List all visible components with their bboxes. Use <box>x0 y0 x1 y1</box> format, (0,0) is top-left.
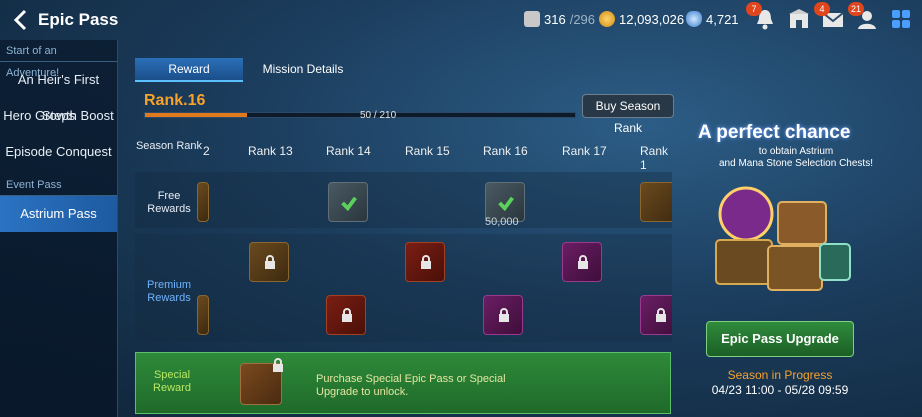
epic-pass-upgrade-button[interactable]: Epic Pass Upgrade <box>706 321 854 357</box>
lock-icon <box>656 308 666 322</box>
promo-title: A perfect chance <box>698 122 851 143</box>
tab-reward[interactable]: Reward <box>135 58 243 82</box>
free-rewards-label: Free Rewards <box>147 190 191 215</box>
rank-header: Rank 14 <box>326 144 371 158</box>
premium-reward-cell[interactable] <box>640 295 672 335</box>
sidebar: Start of an Adventure! An Heir's First S… <box>0 40 118 417</box>
back-arrow-icon[interactable] <box>10 8 32 32</box>
rank-progress-text: 50 / 210 <box>360 110 397 121</box>
special-reward-label: Special Reward <box>153 369 191 394</box>
gold-counter: 12,093,026 <box>599 11 684 27</box>
mail-badge: 4 <box>814 2 830 16</box>
notification-bell-icon[interactable]: 7 <box>746 2 778 32</box>
premium-reward-cell[interactable] <box>197 295 209 335</box>
premium-reward-cell[interactable] <box>326 295 366 335</box>
rank-header: Rank 15 <box>405 144 450 158</box>
rank-header: Rank 13 <box>248 144 293 158</box>
lock-icon <box>499 308 509 322</box>
special-reward-strip[interactable]: Special Reward Purchase Special Epic Pas… <box>135 352 671 414</box>
rank-header: Rank 17 <box>562 144 607 158</box>
promo-panel: A perfect chance to obtain Astrium and M… <box>686 110 922 417</box>
sidebar-section-event-pass: Event Pass <box>0 174 117 196</box>
premium-reward-cell[interactable] <box>249 242 289 282</box>
checkmark-icon <box>498 196 514 212</box>
crystal-icon <box>686 11 702 27</box>
friends-icon[interactable]: 21 <box>848 2 880 32</box>
premium-reward-cell[interactable] <box>483 295 523 335</box>
free-row-bg <box>135 172 672 228</box>
tab-mission-details[interactable]: Mission Details <box>253 58 353 82</box>
stamina-counter: 316/296 <box>524 11 595 27</box>
season-rank-label: Season Rank <box>135 140 203 152</box>
rank-header: Rank 1 <box>640 144 669 172</box>
checkmark-icon <box>341 196 357 212</box>
gold-coin-icon <box>599 11 615 27</box>
rank-bar: Rank.16 50 / 210 Buy Season Rank <box>135 84 675 135</box>
special-chest-icon[interactable] <box>240 358 283 405</box>
sidebar-item-hero-growth-boost[interactable]: Hero Growth Boost <box>0 98 117 134</box>
rank-header: 2 <box>203 144 210 158</box>
mail-icon[interactable]: 4 <box>814 2 846 32</box>
top-bar: Epic Pass 316/296 12,093,026 4,721 7 4 2… <box>0 0 922 40</box>
rank-progress-fill <box>145 113 248 117</box>
lock-icon <box>265 255 275 269</box>
chest-bundle-illustration <box>715 186 851 291</box>
crystal-counter: 4,721 <box>686 11 739 27</box>
season-dates: 04/23 11:00 - 05/28 09:59 <box>711 383 849 397</box>
rank-label: Rank.16 <box>144 92 206 109</box>
free-reward-cell[interactable] <box>640 182 672 222</box>
friends-badge: 21 <box>848 2 865 16</box>
page-title: Epic Pass <box>38 10 119 29</box>
stamina-icon <box>524 11 540 27</box>
free-reward-amount: 50,000 <box>485 216 519 228</box>
lock-icon <box>421 255 431 269</box>
buy-season-rank-button[interactable]: Buy Season Rank <box>582 94 674 135</box>
lock-icon <box>578 255 588 269</box>
reward-grid[interactable]: Season Rank Free Rewards Premium Rewards… <box>135 130 672 345</box>
notification-badge: 7 <box>746 2 762 16</box>
menu-grid-icon[interactable] <box>888 6 914 32</box>
lock-icon <box>342 308 352 322</box>
free-reward-cell[interactable] <box>197 182 209 222</box>
promo-subtitle: to obtain Astrium and Mana Stone Selecti… <box>719 146 873 169</box>
sidebar-item-episode-conquest[interactable]: Episode Conquest <box>0 134 117 170</box>
sidebar-section-adventure: Start of an Adventure! <box>0 40 117 79</box>
premium-rewards-label: Premium Rewards <box>146 279 191 304</box>
premium-reward-cell[interactable] <box>562 242 602 282</box>
rank-header: Rank 16 <box>483 144 528 158</box>
shop-icon[interactable] <box>786 6 812 32</box>
season-status: Season in Progress <box>727 368 833 382</box>
lock-icon <box>273 358 283 372</box>
premium-reward-cell[interactable] <box>405 242 445 282</box>
special-reward-text: Purchase Special Epic Pass or Special Up… <box>316 373 506 398</box>
sidebar-item-astrium-pass[interactable]: Astrium Pass <box>0 196 117 232</box>
sidebar-item-heir-first-steps[interactable]: An Heir's First Steps <box>0 62 117 123</box>
free-reward-claimed-cell[interactable] <box>328 182 368 222</box>
